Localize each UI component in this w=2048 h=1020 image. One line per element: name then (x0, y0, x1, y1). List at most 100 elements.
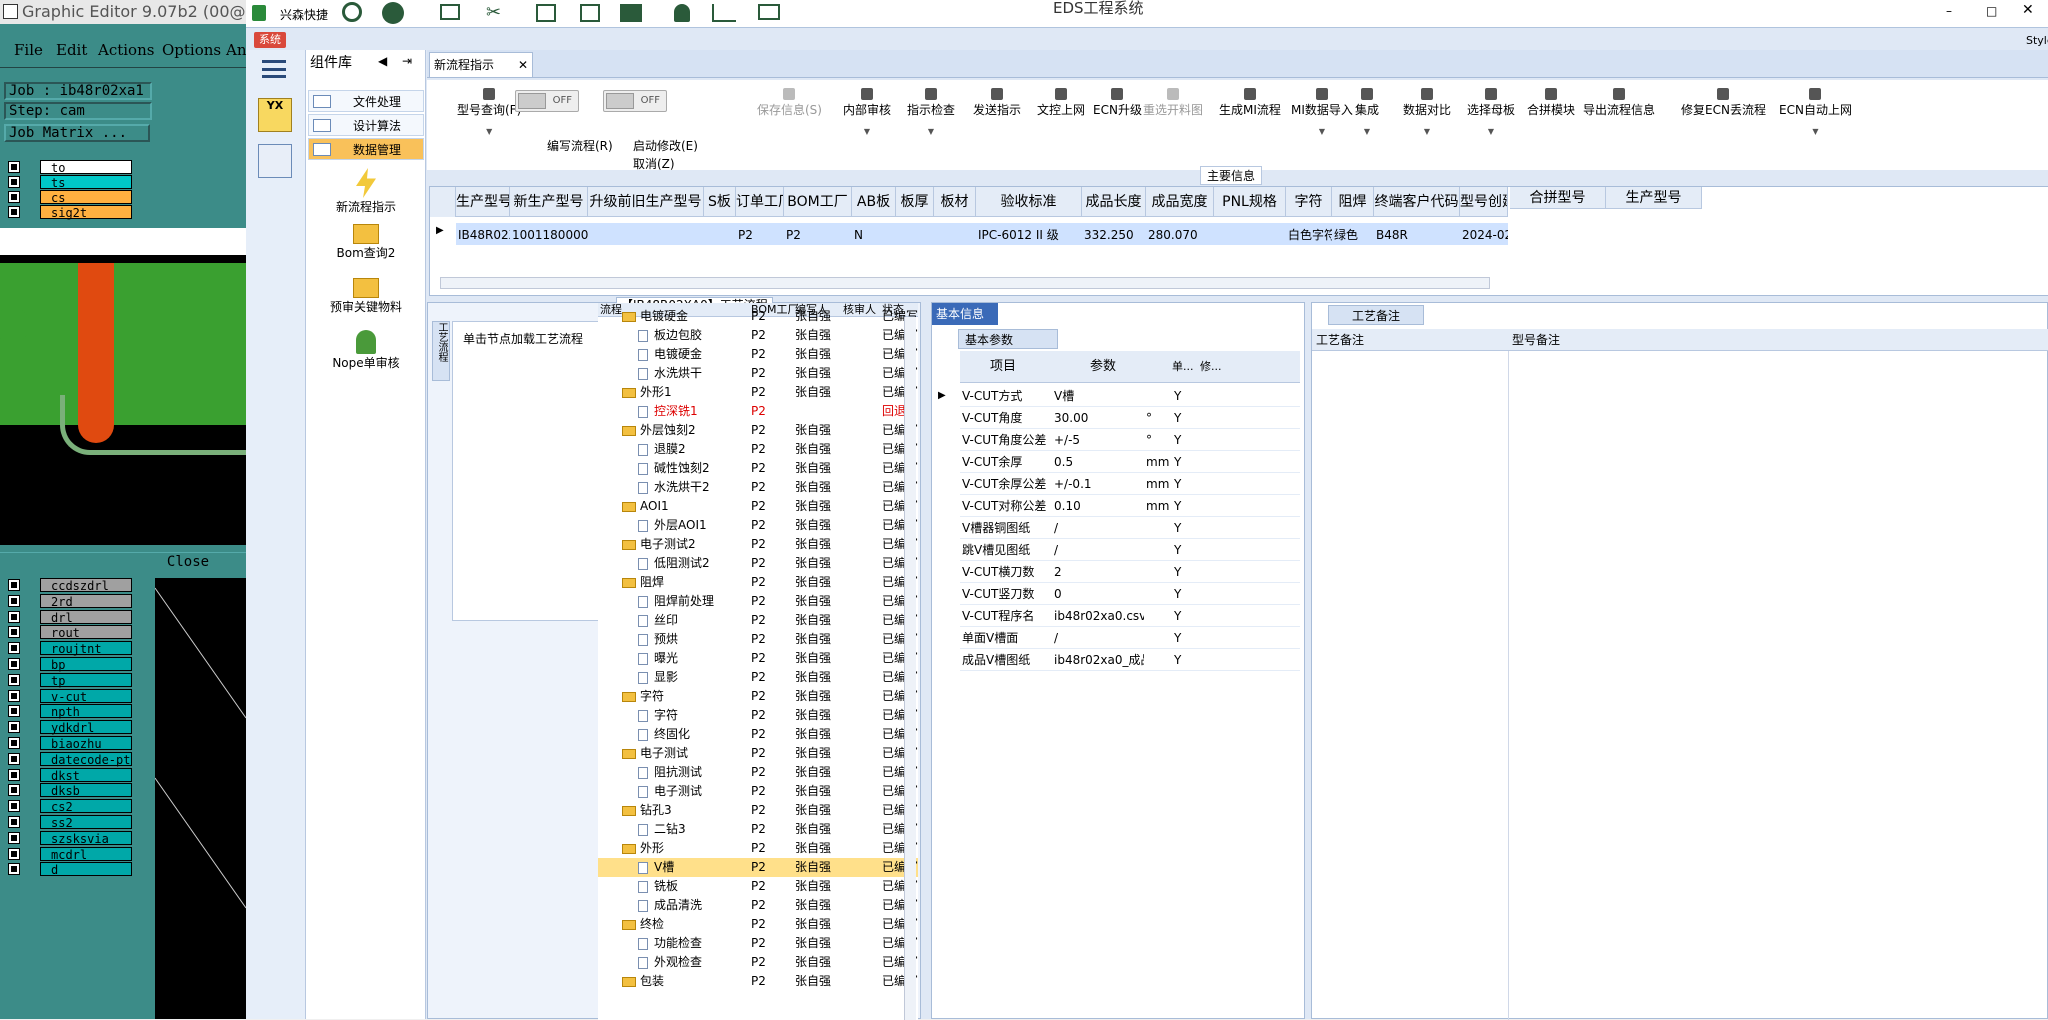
grid-header-cell[interactable]: 验收标准 (976, 187, 1082, 217)
grid-header-cell[interactable]: BOM工厂 (784, 187, 852, 217)
toolbar-button[interactable]: 文控上网 (1037, 88, 1085, 118)
toggle-knob[interactable] (606, 93, 634, 109)
layer-checkbox[interactable] (8, 161, 20, 173)
job-matrix-button[interactable]: Job Matrix ... (4, 124, 150, 142)
param-row[interactable]: V-CUT角度 30.00 ° Y (960, 407, 1300, 429)
pcb-canvas[interactable] (0, 255, 246, 545)
layer-checkbox[interactable] (8, 689, 20, 702)
tree-row[interactable]: 电子测试2 P2 张自强 已编写 (598, 535, 918, 554)
close-tab-icon[interactable]: ✕ (518, 53, 528, 77)
grid-header-cell[interactable]: 板材 (934, 187, 976, 217)
side-tab-process[interactable]: 工艺流程 (432, 321, 450, 381)
tree-row[interactable]: 铣板 P2 张自强 已编写 (598, 877, 918, 896)
monitor-icon[interactable] (758, 4, 780, 20)
layer-checkbox[interactable] (8, 768, 20, 781)
param-row[interactable]: V-CUT对称公差 0.10 mm Y (960, 495, 1300, 517)
system-tab[interactable]: 系统 (254, 32, 286, 48)
layer-checkbox[interactable] (8, 705, 20, 718)
menu-file[interactable]: File (14, 41, 43, 59)
toolbar-button[interactable]: 编写流程(R) (547, 138, 613, 154)
layer-checkbox[interactable] (8, 176, 20, 188)
tab-basic-info[interactable]: 基本信息 (932, 303, 998, 325)
tool-new-flow[interactable]: 新流程指示 (306, 168, 426, 215)
tree-row[interactable]: 显影 P2 张自强 已编写 (598, 668, 918, 687)
dropdown-icon[interactable]: ▼ (1291, 124, 1353, 140)
layer-checkbox[interactable] (8, 831, 20, 844)
dropdown-icon[interactable]: ▼ (1403, 124, 1451, 140)
horizontal-scrollbar[interactable] (440, 277, 1490, 289)
param-row[interactable]: V-CUT角度公差 +/-5 ° Y (960, 429, 1300, 451)
tree-row[interactable]: 退膜2 P2 张自强 已编写 (598, 440, 918, 459)
tree-row[interactable]: 功能检查 P2 张自强 已编写 (598, 934, 918, 953)
grid-header-cell[interactable]: AB板 (852, 187, 896, 217)
film-icon[interactable] (536, 4, 556, 22)
dropdown-icon[interactable]: ▼ (907, 124, 955, 140)
layer-checkbox[interactable] (8, 673, 20, 686)
toolbar-button[interactable]: ECN自动上网 ▼ (1779, 88, 1852, 140)
tree-row[interactable]: 字符 P2 张自强 已编写 (598, 706, 918, 725)
toolbar-button[interactable]: 型号查询(F) ▼ (457, 88, 521, 140)
toolbar-button[interactable]: 导出流程信息 (1583, 88, 1655, 118)
menu-analysis[interactable]: An (226, 41, 246, 59)
tree-row[interactable]: 预烘 P2 张自强 已编写 (598, 630, 918, 649)
param-row[interactable]: V-CUT竖刀数 0 Y (960, 583, 1300, 605)
tree-row[interactable]: 成品清洗 P2 张自强 已编写 (598, 896, 918, 915)
tree-row[interactable]: 电镀硬金 P2 张自强 已编写 (598, 345, 918, 364)
grid-header-cell[interactable]: PNL规格 (1214, 187, 1286, 217)
close-button[interactable]: Close (0, 552, 246, 572)
param-row[interactable]: V-CUT横刀数 2 Y (960, 561, 1300, 583)
tree-row[interactable]: 终固化 P2 张自强 已编写 (598, 725, 918, 744)
grid-header-cell[interactable]: 合拼型号 (1510, 187, 1606, 209)
tree-row[interactable]: 外观检查 P2 张自强 已编写 (598, 953, 918, 972)
tree-row[interactable]: 电子测试 P2 张自强 已编写 (598, 744, 918, 763)
pcb-canvas-2[interactable] (154, 578, 246, 1019)
tree-row[interactable]: 碱性蚀刻2 P2 张自强 已编写 (598, 459, 918, 478)
param-row[interactable]: 单面V槽面 / Y (960, 627, 1300, 649)
quick-link[interactable]: 兴森快捷 (280, 6, 328, 23)
grid-header-cell[interactable]: S板 (704, 187, 736, 217)
pin-icon[interactable]: ⇥ (402, 54, 412, 68)
table-icon[interactable] (440, 4, 460, 20)
help-icon[interactable] (382, 2, 404, 24)
tree-row[interactable]: 水洗烘干 P2 张自强 已编写 (598, 364, 918, 383)
close-window-button[interactable]: ✕ (2022, 2, 2034, 18)
lib-file-processing[interactable]: 文件处理 (308, 90, 424, 112)
restore-button[interactable]: □ (1986, 4, 1997, 18)
tree-row[interactable]: 阻焊前处理 P2 张自强 已编写 (598, 592, 918, 611)
grid-header-cell[interactable]: 升级前旧生产型号 (588, 187, 704, 217)
dropdown-icon[interactable]: ▼ (1355, 124, 1379, 140)
tree-row[interactable]: 包装 P2 张自强 已编写 (598, 972, 918, 991)
grid-header-cell[interactable]: 终端客户代码 (1374, 187, 1460, 217)
toolbar-button[interactable]: 指示检查 ▼ (907, 88, 955, 140)
chart-icon[interactable] (712, 4, 736, 22)
tool-key-material[interactable]: 预审关键物料 (306, 278, 426, 315)
calculator-icon[interactable] (258, 144, 292, 178)
minimize-button[interactable]: – (1946, 4, 1952, 18)
toolbar-button[interactable]: 数据对比 ▼ (1403, 88, 1451, 140)
tool-bom-query[interactable]: Bom查询2 (306, 224, 426, 261)
copy-icon[interactable] (580, 4, 600, 22)
layer-checkbox[interactable] (8, 658, 20, 670)
toggle-switch[interactable]: OFF (603, 90, 667, 112)
tree-row[interactable]: 电子测试 P2 张自强 已编写 (598, 782, 918, 801)
layer-checkbox[interactable] (8, 626, 20, 639)
tree-row[interactable]: 低阻测试2 P2 张自强 已编写 (598, 554, 918, 573)
layer-checkbox[interactable] (8, 800, 20, 813)
grid-header-cell[interactable]: 成品长度 (1082, 187, 1146, 217)
layer-checkbox[interactable] (8, 863, 20, 876)
tree-row[interactable]: 终检 P2 张自强 已编写 (598, 915, 918, 934)
grid-header-cell[interactable]: 成品宽度 (1146, 187, 1214, 217)
param-row[interactable]: 成品V槽图纸 ib48r02xa0_成品V... Y (960, 649, 1300, 671)
toolbar-button[interactable]: ECN升级 (1093, 88, 1142, 118)
layer-checkbox[interactable] (8, 206, 20, 218)
grid-header-cell[interactable]: 型号创建时间 (1460, 187, 1508, 217)
layer-checkbox[interactable] (8, 642, 20, 655)
tree-row[interactable]: 钻孔3 P2 张自强 已编写 (598, 801, 918, 820)
dropdown-icon[interactable]: ▼ (1779, 124, 1852, 140)
toolbar-button[interactable]: 取消(Z) (633, 156, 675, 172)
toolbar-button[interactable]: MI数据导入 ▼ (1291, 88, 1353, 140)
tab-new-flow[interactable]: 新流程指示 ✕ (429, 52, 533, 77)
search-icon[interactable] (342, 2, 362, 22)
layer-checkbox[interactable] (8, 784, 20, 797)
menu-actions[interactable]: Actions (98, 41, 154, 59)
